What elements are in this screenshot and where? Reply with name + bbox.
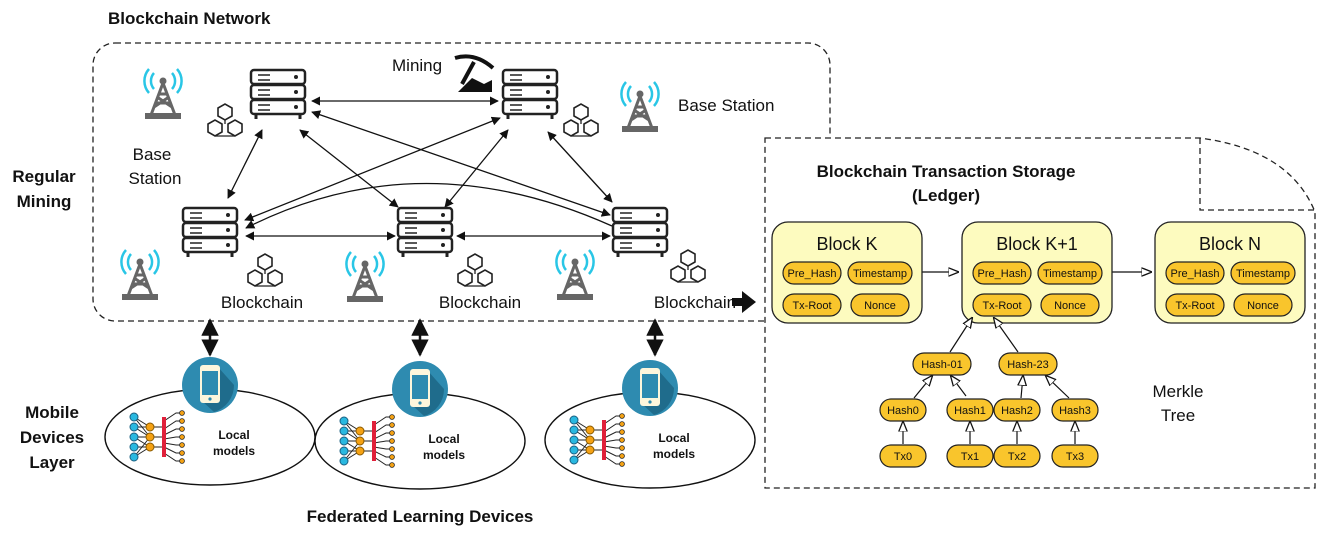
nonce-field-text: Nonce <box>1054 300 1086 312</box>
merkle-tx-leaf-text: Tx1 <box>961 451 979 463</box>
merkle-hash-node: Hash-01 <box>912 352 972 376</box>
merkle-tx-leaf: Tx1 <box>946 444 994 468</box>
fl-devices-caption: Federated Learning Devices <box>307 507 534 526</box>
network-title: Blockchain Network <box>108 9 271 28</box>
tx-root-field: Tx-Root <box>1165 293 1225 317</box>
devices-layer-label-2: Devices <box>20 428 84 447</box>
base-station-icon <box>119 248 161 302</box>
tx-root-field: Tx-Root <box>972 293 1032 317</box>
local-models-label-1: Local <box>428 432 459 446</box>
timestamp-field: Timestamp <box>847 261 913 285</box>
fl-device-0: Local models <box>104 357 316 486</box>
pre-hash-field: Pre_Hash <box>972 261 1032 285</box>
block-title: Block K+1 <box>996 234 1078 254</box>
merkle-hash-node-text: Hash2 <box>1001 405 1033 417</box>
pre-hash-field-text: Pre_Hash <box>1171 268 1220 280</box>
server-icon <box>249 68 307 121</box>
smartphone-icon <box>622 360 678 416</box>
devices-layer-label-3: Layer <box>29 453 75 472</box>
merkle-hash-node-text: Hash0 <box>887 405 919 417</box>
devices-layer-label-1: Mobile <box>25 403 79 422</box>
base-station-icon <box>142 67 184 121</box>
pre-hash-field: Pre_Hash <box>1165 261 1225 285</box>
blockchain-label: Blockchain <box>654 293 736 312</box>
blockchain-label: Blockchain <box>439 293 521 312</box>
merkle-tx-leaf: Tx3 <box>1051 444 1099 468</box>
merkle-hash-node: Hash1 <box>946 398 994 422</box>
merkle-hash-node-text: Hash3 <box>1059 405 1091 417</box>
timestamp-field-text: Timestamp <box>1043 268 1097 280</box>
merkle-tx-leaf-text: Tx0 <box>894 451 912 463</box>
block-title: Block K <box>816 234 877 254</box>
merkle-hash-node-text: Hash-23 <box>1007 359 1049 371</box>
timestamp-field-text: Timestamp <box>1236 268 1290 280</box>
merkle-label-1: Merkle <box>1152 382 1203 401</box>
ledger-title-1: Blockchain Transaction Storage <box>817 162 1076 181</box>
nonce-field: Nonce <box>1040 293 1100 317</box>
blockchain-icon <box>670 249 706 283</box>
base-station-label-left-1: Base <box>133 145 172 164</box>
pre-hash-field-text: Pre_Hash <box>788 268 837 280</box>
nonce-field-text: Nonce <box>864 300 896 312</box>
local-models-label-1: Local <box>218 428 249 442</box>
blockchain-icon <box>247 253 283 287</box>
timestamp-field: Timestamp <box>1037 261 1103 285</box>
regular-mining-label-2: Mining <box>17 192 72 211</box>
base-station-icon <box>344 250 386 304</box>
blockchain-label: Blockchain <box>221 293 303 312</box>
link-arrow <box>299 129 399 208</box>
server-icon <box>181 206 239 259</box>
base-station-label-right: Base Station <box>678 96 774 115</box>
fl-device-1: Local models <box>314 361 526 490</box>
blockchain-fl-diagram: Blockchain Network Regular Mining Mining… <box>12 9 1316 526</box>
tx-root-field-text: Tx-Root <box>792 300 831 312</box>
server-icon <box>396 206 454 259</box>
ledger-title-2: (Ledger) <box>912 186 980 205</box>
mining-label: Mining <box>392 56 442 75</box>
nonce-field: Nonce <box>850 293 910 317</box>
merkle-hash-node-text: Hash-01 <box>921 359 963 371</box>
pre-hash-field: Pre_Hash <box>782 261 842 285</box>
block-title: Block N <box>1199 234 1261 254</box>
local-models-label-1: Local <box>658 431 689 445</box>
blockchain-icon <box>207 103 243 137</box>
base-station-label-left-2: Station <box>129 169 182 188</box>
pre-hash-field-text: Pre_Hash <box>978 268 1027 280</box>
fl-device-2: Local models <box>544 360 756 489</box>
mining-pickaxe-icon <box>454 54 495 92</box>
merkle-hash-node: Hash3 <box>1051 398 1099 422</box>
merkle-hash-node: Hash-23 <box>998 352 1058 376</box>
server-icon <box>501 68 559 121</box>
tx-root-field-text: Tx-Root <box>982 300 1021 312</box>
local-models-label-2: models <box>423 448 465 462</box>
merkle-hash-node-text: Hash1 <box>954 405 986 417</box>
regular-mining-label-1: Regular <box>12 167 76 186</box>
timestamp-field: Timestamp <box>1230 261 1296 285</box>
tx-root-field: Tx-Root <box>782 293 842 317</box>
local-models-label-2: models <box>213 444 255 458</box>
timestamp-field-text: Timestamp <box>853 268 907 280</box>
smartphone-icon <box>182 357 238 413</box>
merkle-tx-leaf: Tx0 <box>879 444 927 468</box>
nonce-field-text: Nonce <box>1247 300 1279 312</box>
link-arrow <box>227 129 263 199</box>
merkle-hash-node: Hash2 <box>993 398 1041 422</box>
nonce-field: Nonce <box>1233 293 1293 317</box>
base-station-icon <box>619 80 661 134</box>
local-models-label-2: models <box>653 447 695 461</box>
server-icon <box>611 206 669 259</box>
merkle-tx-leaf-text: Tx3 <box>1066 451 1084 463</box>
merkle-tx-leaf: Tx2 <box>993 444 1041 468</box>
link-arrow <box>547 131 613 203</box>
blockchain-icon <box>457 253 493 287</box>
smartphone-icon <box>392 361 448 417</box>
merkle-hash-node: Hash0 <box>879 398 927 422</box>
merkle-label-2: Tree <box>1161 406 1195 425</box>
merkle-tx-leaf-text: Tx2 <box>1008 451 1026 463</box>
tx-root-field-text: Tx-Root <box>1175 300 1214 312</box>
blockchain-icon <box>563 103 599 137</box>
base-station-icon <box>554 248 596 302</box>
